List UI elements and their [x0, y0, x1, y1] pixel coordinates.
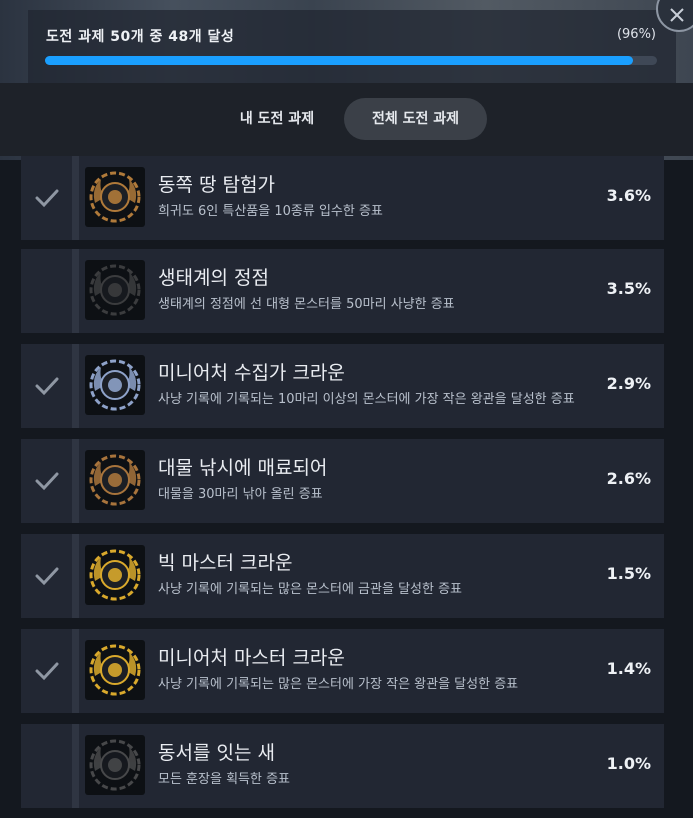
global-unlock-percent: 1.0% — [606, 754, 651, 773]
big-master-crown-badge-icon — [85, 545, 145, 605]
row-divider — [72, 249, 79, 333]
achievement-tabs: 내 도전 과제 전체 도전 과제 — [0, 83, 693, 156]
row-divider — [72, 534, 79, 618]
achievement-description: 사냥 기록에 기록되는 많은 몬스터에 가장 작은 왕관을 달성한 증표 — [158, 677, 519, 692]
tab-all-achievements[interactable]: 전체 도전 과제 — [344, 98, 487, 140]
miniature-master-crown-badge-icon — [85, 640, 145, 700]
achievement-description: 사냥 기록에 기록되는 10마리 이상의 몬스터에 가장 작은 왕관을 달성한 … — [158, 392, 575, 407]
achievement-description: 모든 훈장을 획득한 증표 — [158, 772, 290, 787]
global-unlock-percent: 2.9% — [606, 374, 651, 393]
apex-monster-badge-icon — [85, 260, 145, 320]
global-unlock-percent: 2.6% — [606, 469, 651, 488]
big-fish-badge-icon — [85, 450, 145, 510]
achievement-row[interactable]: 생태계의 정점생태계의 정점에 선 대형 몬스터를 50마리 사냥한 증표 3.5… — [21, 249, 664, 333]
global-unlock-percent: 3.6% — [606, 186, 651, 205]
achievement-row[interactable]: 미니어처 수집가 크라운사냥 기록에 기록되는 10마리 이상의 몬스터에 가장… — [21, 344, 664, 428]
progress-panel: 도전 과제 50개 중 48개 달성 (96%) — [28, 10, 676, 84]
checkmark-icon — [35, 472, 59, 491]
progress-bar-fill — [45, 56, 633, 65]
achievement-row[interactable]: 빅 마스터 크라운사냥 기록에 기록되는 많은 몬스터에 금관을 달성한 증표 1… — [21, 534, 664, 618]
achievement-title: 동서를 잇는 새 — [158, 742, 275, 764]
global-unlock-percent: 3.5% — [606, 279, 651, 298]
miniature-crown-collector-badge-icon — [85, 355, 145, 415]
checkmark-icon — [35, 662, 59, 681]
achievement-row[interactable]: 대물 낚시에 매료되어대물을 30마리 낚아 올린 증표 2.6% — [21, 439, 664, 523]
achievement-title: 대물 낚시에 매료되어 — [158, 457, 328, 479]
achievement-row[interactable]: 동쪽 땅 탐험가희귀도 6인 특산품을 10종류 입수한 증표 3.6% — [21, 156, 664, 240]
row-divider — [72, 629, 79, 713]
checkmark-icon — [35, 189, 59, 208]
achievement-title: 생태계의 정점 — [158, 267, 269, 289]
row-divider — [72, 439, 79, 523]
achievement-title: 미니어처 마스터 크라운 — [158, 647, 345, 669]
achievement-title: 미니어처 수집가 크라운 — [158, 362, 345, 384]
global-unlock-percent: 1.4% — [606, 659, 651, 678]
achievement-description: 생태계의 정점에 선 대형 몬스터를 50마리 사냥한 증표 — [158, 297, 455, 312]
row-divider — [72, 344, 79, 428]
checkmark-icon — [35, 567, 59, 586]
achievement-row[interactable]: 미니어처 마스터 크라운사냥 기록에 기록되는 많은 몬스터에 가장 작은 왕관… — [21, 629, 664, 713]
achievement-row[interactable]: 동서를 잇는 새모든 훈장을 획득한 증표 1.0% — [21, 724, 664, 808]
row-divider — [72, 156, 79, 240]
row-divider — [72, 724, 79, 808]
global-unlock-percent: 1.5% — [606, 564, 651, 583]
bird-emblem-badge-icon — [85, 735, 145, 795]
achievement-title: 동쪽 땅 탐험가 — [158, 174, 275, 196]
close-icon — [670, 8, 684, 22]
achievement-description: 희귀도 6인 특산품을 10종류 입수한 증표 — [158, 204, 383, 219]
progress-percent: (96%) — [616, 27, 656, 42]
checkmark-icon — [35, 377, 59, 396]
tab-my-achievements[interactable]: 내 도전 과제 — [220, 98, 334, 140]
achievement-description: 사냥 기록에 기록되는 많은 몬스터에 금관을 달성한 증표 — [158, 582, 463, 597]
treasure-map-badge-icon — [85, 167, 145, 227]
progress-bar — [45, 56, 657, 65]
achievement-description: 대물을 30마리 낚아 올린 증표 — [158, 487, 323, 502]
progress-summary: 도전 과제 50개 중 48개 달성 — [46, 29, 235, 45]
achievement-title: 빅 마스터 크라운 — [158, 552, 293, 574]
